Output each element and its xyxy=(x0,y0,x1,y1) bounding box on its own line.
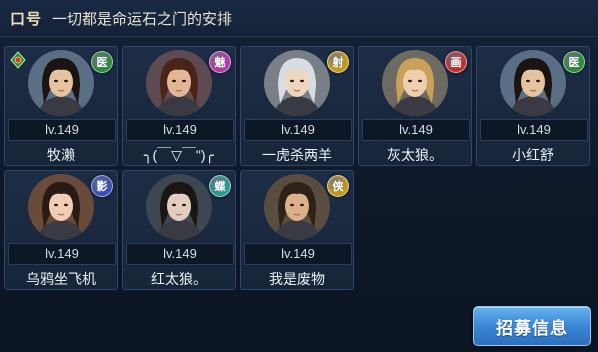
character-portrait xyxy=(264,50,330,116)
member-name: 我是废物 xyxy=(269,271,325,287)
character-portrait xyxy=(264,174,330,240)
class-badge-icon: 医 xyxy=(563,51,585,73)
class-badge-icon: 蝶 xyxy=(209,175,231,197)
class-badge-icon: 射 xyxy=(327,51,349,73)
member-level: lv.149 xyxy=(8,119,116,141)
class-badge-icon: 画 xyxy=(445,51,467,73)
member-name: 灰太狼。 xyxy=(387,147,443,163)
slogan-label: 口号 xyxy=(10,10,43,28)
leader-emblem-icon xyxy=(9,51,27,69)
member-level: lv.149 xyxy=(244,119,352,141)
slogan-text: 一切都是命运石之门的安排 xyxy=(52,10,233,28)
character-portrait xyxy=(28,50,94,116)
member-card[interactable]: 侠 lv.149 我是废物 xyxy=(240,170,354,290)
character-portrait xyxy=(146,50,212,116)
member-level: lv.149 xyxy=(126,119,234,141)
class-badge-icon: 影 xyxy=(91,175,113,197)
member-card[interactable]: 影 lv.149 乌鸦坐飞机 xyxy=(4,170,118,290)
slogan-bar: 口号 一切都是命运石之门的安排 xyxy=(0,0,598,37)
member-card[interactable]: 画 lv.149 灰太狼。 xyxy=(358,46,472,166)
character-portrait xyxy=(382,50,448,116)
member-name: 红太狼。 xyxy=(151,271,207,287)
member-name: 小红舒 xyxy=(512,147,554,163)
member-level: lv.149 xyxy=(8,243,116,265)
character-portrait xyxy=(146,174,212,240)
character-portrait xyxy=(28,174,94,240)
class-badge-icon: 侠 xyxy=(327,175,349,197)
member-name: 一虎杀两羊 xyxy=(262,147,332,163)
member-card[interactable]: 医 lv.149 小红舒 xyxy=(476,46,590,166)
member-card[interactable]: 射 lv.149 一虎杀两羊 xyxy=(240,46,354,166)
guild-members-panel: 口号 一切都是命运石之门的安排 医 lv.149 牧濑 魅 lv.149 ╮(￣▽￣")╭… xyxy=(0,0,598,352)
class-badge-icon: 医 xyxy=(91,51,113,73)
member-level: lv.149 xyxy=(244,243,352,265)
member-level: lv.149 xyxy=(362,119,470,141)
member-level: lv.149 xyxy=(126,243,234,265)
character-portrait xyxy=(500,50,566,116)
recruit-info-button[interactable]: 招募信息 xyxy=(473,306,591,346)
member-card[interactable]: 医 lv.149 牧濑 xyxy=(4,46,118,166)
member-name: 牧濑 xyxy=(47,147,75,163)
member-name: 乌鸦坐飞机 xyxy=(26,271,96,287)
class-badge-icon: 魅 xyxy=(209,51,231,73)
member-level: lv.149 xyxy=(480,119,588,141)
member-name: ╮(￣▽￣")╭ xyxy=(144,147,214,163)
member-card[interactable]: 蝶 lv.149 红太狼。 xyxy=(122,170,236,290)
member-card[interactable]: 魅 lv.149 ╮(￣▽￣")╭ xyxy=(122,46,236,166)
member-grid: 医 lv.149 牧濑 魅 lv.149 ╮(￣▽￣")╭ 射 lv.149 一虎杀两羊 画 lv.… xyxy=(4,46,596,294)
